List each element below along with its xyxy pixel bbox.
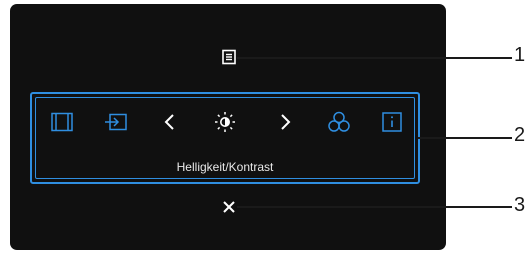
callout-leader-2: [418, 137, 512, 139]
menu-icon[interactable]: [221, 49, 237, 65]
close-icon[interactable]: [221, 199, 237, 215]
input-source-icon[interactable]: [50, 110, 74, 134]
brightness-contrast-icon[interactable]: [213, 110, 237, 134]
callout-leader-3: [237, 206, 512, 208]
info-icon[interactable]: [380, 110, 404, 134]
callout-number-2: 2: [514, 124, 526, 146]
selected-function-label: Helligkeit/Kontrast: [176, 160, 274, 174]
callout-number-3: 3: [514, 194, 526, 216]
chevron-right-icon[interactable]: [273, 110, 297, 134]
callout-leader-1: [237, 57, 512, 59]
chevron-left-icon[interactable]: [158, 110, 182, 134]
shortcut-input-icon[interactable]: [104, 110, 128, 134]
color-icon[interactable]: [327, 110, 351, 134]
callout-number-1: 1: [514, 44, 526, 66]
